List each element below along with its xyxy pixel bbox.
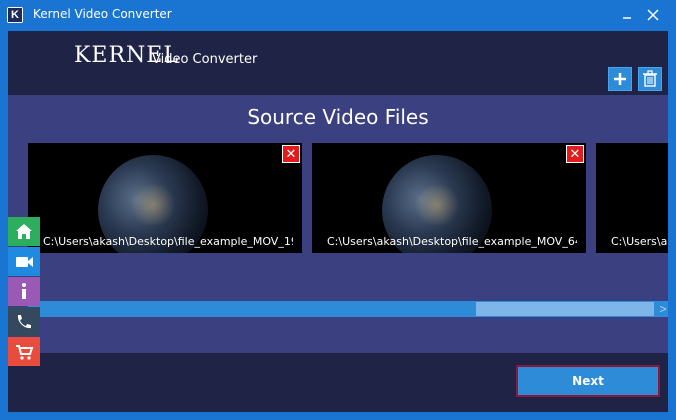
video-button[interactable] (8, 247, 40, 276)
info-button[interactable] (8, 277, 40, 306)
horizontal-scrollbar[interactable]: > (8, 301, 668, 319)
scroll-right-button[interactable]: > (654, 301, 668, 317)
home-button[interactable] (8, 217, 40, 246)
side-nav (8, 217, 40, 367)
add-file-button[interactable] (608, 67, 632, 91)
video-file-path: C:\Users\akash\Desktop\file_example_MOV_… (327, 235, 577, 248)
cart-icon (16, 345, 34, 360)
scrollbar-thumb[interactable] (476, 302, 654, 316)
home-icon (16, 224, 32, 239)
close-button[interactable] (642, 4, 664, 26)
delete-all-button[interactable] (638, 67, 662, 91)
plus-icon (614, 73, 626, 85)
minimize-icon (623, 17, 631, 19)
minimize-button[interactable] (616, 4, 638, 26)
window-title: Kernel Video Converter (33, 7, 172, 21)
phone-icon (17, 315, 31, 329)
video-thumbnail[interactable]: C:\Users\akash\Desktop\file_example_MOV_… (28, 143, 302, 253)
brand-subtitle: Video Converter (152, 52, 258, 67)
app-icon-letter: K (8, 8, 22, 22)
title-bar: K Kernel Video Converter (0, 0, 676, 30)
chevron-right-icon: > (659, 302, 667, 316)
panel-title: Source Video Files (247, 105, 429, 129)
video-file-path: C:\Users\akash\Desktop\file_example_MOV_… (43, 235, 293, 248)
video-thumbnail[interactable]: C:\Users\akash (596, 143, 668, 253)
remove-video-button[interactable]: ✕ (282, 145, 300, 163)
contact-button[interactable] (8, 307, 40, 336)
next-button[interactable]: Next (516, 365, 660, 397)
video-file-path: C:\Users\akash (611, 235, 668, 248)
close-icon: ✕ (569, 146, 581, 161)
video-thumbnail[interactable]: C:\Users\akash\Desktop\file_example_MOV_… (312, 143, 586, 253)
close-icon: ✕ (285, 146, 297, 161)
remove-video-button[interactable]: ✕ (566, 145, 584, 163)
main-window: KERNEL Video Converter Source Video File… (8, 31, 668, 412)
video-camera-icon (16, 257, 33, 267)
info-icon (22, 283, 26, 299)
close-icon (647, 9, 659, 21)
cart-button[interactable] (8, 337, 40, 366)
scrollbar-track[interactable]: > (28, 301, 668, 317)
video-thumbnail-list[interactable]: C:\Users\akash\Desktop\file_example_MOV_… (28, 143, 668, 253)
app-icon: K (7, 7, 23, 23)
header: KERNEL Video Converter (8, 31, 668, 95)
trash-icon (643, 70, 657, 87)
